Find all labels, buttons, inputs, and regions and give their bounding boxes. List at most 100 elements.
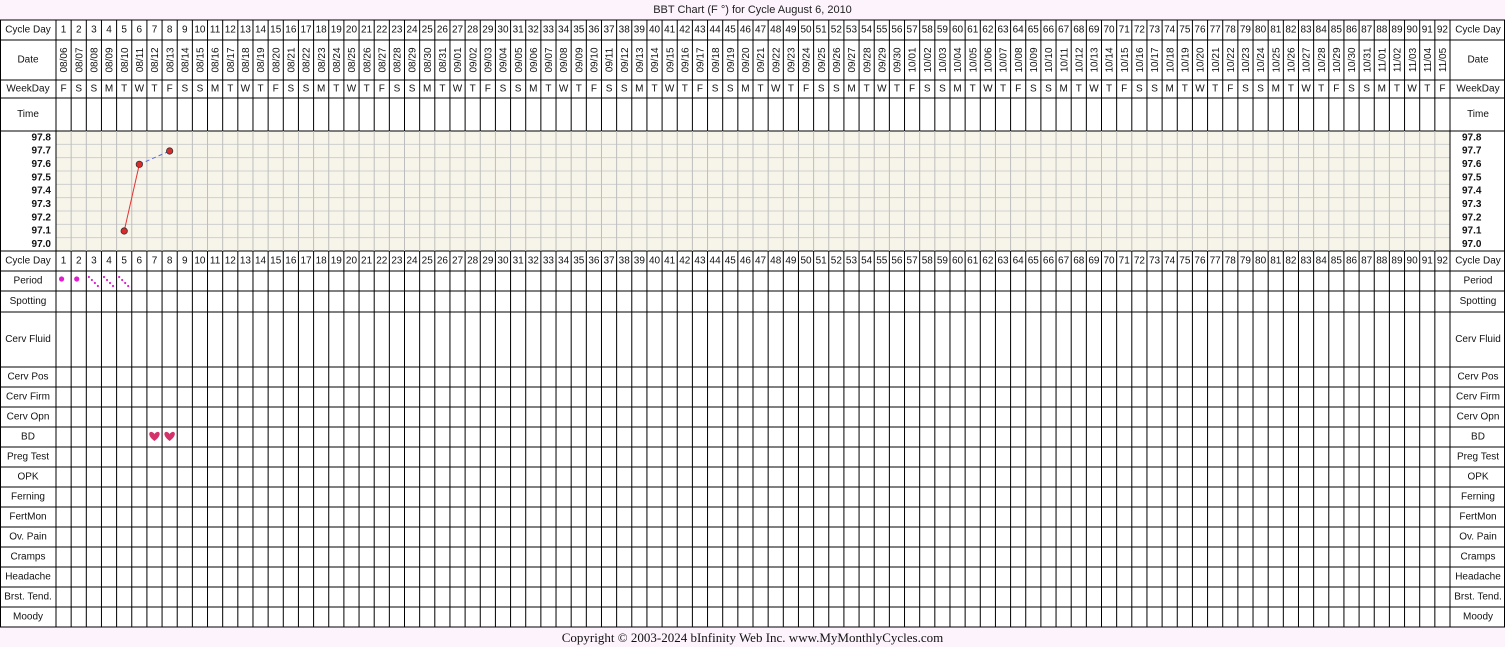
cycle-day-cell: 86 <box>1346 256 1358 267</box>
row-label-cerv-firm: Cerv Firm <box>1456 392 1500 403</box>
weekday-cell: S <box>181 84 188 95</box>
date-cell: 09/13 <box>635 47 646 72</box>
cycle-day-cell: 36 <box>588 256 600 267</box>
cycle-day-cell: 26 <box>437 256 449 267</box>
cycle-day-cell: 19 <box>331 25 343 36</box>
weekday-cell: S <box>91 84 98 95</box>
cycle-day-cell: 7 <box>152 256 158 267</box>
weekday-cell: T <box>894 84 900 95</box>
date-cell: 09/21 <box>756 47 767 72</box>
cycle-day-cell: 11 <box>210 25 221 36</box>
weekday-cell: M <box>211 84 219 95</box>
row-label-weekday: WeekDay <box>1456 84 1499 95</box>
period-light-dot <box>108 281 112 285</box>
date-cell: 09/03 <box>483 47 494 72</box>
weekday-cell: T <box>151 84 157 95</box>
weekday-cell: T <box>121 84 127 95</box>
cycle-day-cell: 70 <box>1104 25 1116 36</box>
cycle-day-cell: 17 <box>300 25 312 36</box>
cycle-day-cell: 35 <box>573 25 585 36</box>
weekday-cell: T <box>439 84 445 95</box>
cycle-day-cell: 3 <box>91 25 97 36</box>
date-cell: 09/28 <box>862 47 873 72</box>
date-cell: 08/11 <box>135 47 146 72</box>
weekday-cell: S <box>606 84 613 95</box>
weekday-cell: S <box>303 84 310 95</box>
cycle-day-cell: 68 <box>1073 256 1085 267</box>
date-cell: 09/30 <box>893 47 904 72</box>
weekday-cell: S <box>1045 84 1052 95</box>
cycle-day-cell: 64 <box>1013 256 1025 267</box>
weekday-cell: F <box>803 84 809 95</box>
cycle-day-cell: 27 <box>452 256 464 267</box>
cycle-day-cell: 77 <box>1210 25 1222 36</box>
cycle-day-cell: 78 <box>1225 25 1237 36</box>
cycle-day-cell: 46 <box>740 25 752 36</box>
cycle-day-cell: 52 <box>831 25 843 36</box>
cycle-day-cell: 30 <box>497 256 509 267</box>
cycle-day-cell: 73 <box>1149 256 1161 267</box>
cycle-day-cell: 12 <box>225 256 237 267</box>
cycle-day-cell: 55 <box>876 256 888 267</box>
weekday-cell: T <box>1000 84 1006 95</box>
date-cell: 10/24 <box>1256 47 1267 72</box>
cycle-day-cell: 66 <box>1043 256 1055 267</box>
row-label-ferning: Ferning <box>11 492 45 503</box>
cycle-day-cell: 56 <box>891 256 903 267</box>
row-label-cramps: Cramps <box>1460 552 1495 563</box>
weekday-cell: T <box>1394 84 1400 95</box>
cycle-day-cell: 91 <box>1422 256 1434 267</box>
cycle-day-cell: 32 <box>528 256 540 267</box>
weekday-cell: M <box>529 84 537 95</box>
cycle-day-cell: 9 <box>182 256 188 267</box>
cycle-day-cell: 3 <box>91 256 97 267</box>
row-label-bd: BD <box>21 432 35 443</box>
cycle-day-cell: 1 <box>61 256 67 267</box>
cycle-day-cell: 38 <box>619 256 631 267</box>
y-tick-label: 97.1 <box>32 226 52 237</box>
weekday-cell: T <box>970 84 976 95</box>
cycle-day-cell: 23 <box>391 256 403 267</box>
cycle-day-cell: 39 <box>634 256 646 267</box>
weekday-cell: T <box>651 84 657 95</box>
y-tick-label: 97.8 <box>32 132 52 143</box>
weekday-cell: S <box>1363 84 1370 95</box>
row-label-cycle-day: Cycle Day <box>1455 25 1501 36</box>
row-label-cycle-day: Cycle Day <box>5 256 51 267</box>
cycle-day-cell: 85 <box>1331 256 1343 267</box>
weekday-cell: W <box>1195 84 1205 95</box>
cycle-day-cell: 66 <box>1043 25 1055 36</box>
row-label-time: Time <box>1467 109 1489 120</box>
weekday-cell: T <box>1424 84 1430 95</box>
period-light-dot <box>87 275 90 279</box>
cycle-day-cell: 14 <box>255 256 267 267</box>
weekday-cell: T <box>1106 84 1112 95</box>
period-light-dot <box>118 275 121 279</box>
y-tick-label: 97.5 <box>32 172 52 183</box>
cycle-day-cell: 37 <box>603 25 615 36</box>
cycle-day-cell: 46 <box>740 256 752 267</box>
cycle-day-cell: 31 <box>513 256 525 267</box>
cycle-day-cell: 72 <box>1134 25 1146 36</box>
date-cell: 08/10 <box>120 47 131 72</box>
cycle-day-cell: 71 <box>1119 25 1131 36</box>
weekday-cell: F <box>909 84 915 95</box>
cycle-day-cell: 67 <box>1058 256 1070 267</box>
date-cell: 08/27 <box>377 47 388 72</box>
weekday-cell: F <box>379 84 385 95</box>
date-cell: 10/26 <box>1287 47 1298 72</box>
y-tick-label: 97.3 <box>1462 199 1482 210</box>
weekday-cell: T <box>1288 84 1294 95</box>
weekday-cell: F <box>591 84 597 95</box>
date-cell: 08/19 <box>256 47 267 72</box>
weekday-cell: T <box>788 84 794 95</box>
cycle-day-cell: 64 <box>1013 25 1025 36</box>
weekday-cell: T <box>1212 84 1218 95</box>
cycle-day-cell: 69 <box>1088 256 1100 267</box>
cycle-day-cell: 81 <box>1270 256 1282 267</box>
date-cell: 08/09 <box>105 47 116 72</box>
row-label-opk: OPK <box>17 472 38 483</box>
date-cell: 10/19 <box>1180 47 1191 72</box>
cycle-day-cell: 18 <box>316 256 328 267</box>
cycle-day-cell: 76 <box>1194 25 1206 36</box>
